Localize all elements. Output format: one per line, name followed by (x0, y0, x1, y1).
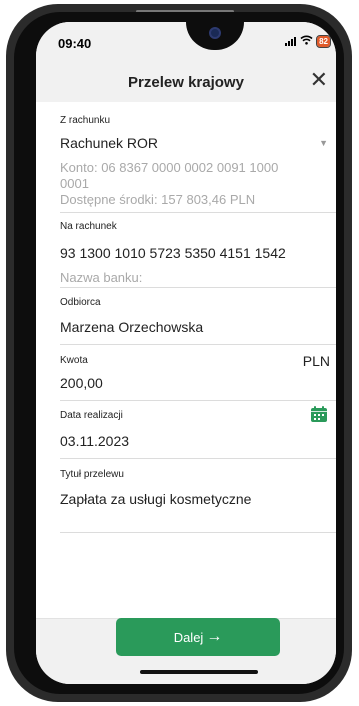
close-icon[interactable]: ✕ (310, 69, 328, 91)
from-account-number: Konto: 06 8367 0000 0002 0091 1000 (60, 160, 279, 175)
chevron-down-icon[interactable]: ▼ (319, 138, 328, 148)
date-label-wrap: Data realizacji (60, 406, 336, 422)
recipient-label: Odbiorca (60, 297, 101, 308)
status-time: 09:40 (58, 36, 92, 51)
recipient-field[interactable]: Marzena Orzechowska (60, 319, 336, 335)
calendar-icon[interactable] (310, 406, 328, 428)
currency-label: PLN (302, 353, 330, 369)
from-account-details: Konto: 06 8367 0000 0002 0091 1000 0001 … (60, 160, 336, 208)
from-account-label: Z rachunku (60, 115, 111, 126)
from-account-name: Rachunek ROR (60, 135, 159, 151)
title-label-wrap: Tytuł przelewu (60, 469, 336, 480)
divider (60, 212, 336, 213)
divider (60, 400, 336, 401)
to-account-label-wrap: Na rachunek (60, 221, 336, 232)
home-indicator (140, 670, 258, 674)
to-account-label: Na rachunek (60, 221, 117, 232)
title-label: Tytuł przelewu (60, 469, 124, 480)
bank-name-placeholder: Nazwa banku: (60, 270, 143, 285)
divider (60, 344, 336, 345)
camera-icon (209, 27, 221, 39)
next-button-label: Dalej (173, 629, 204, 645)
divider (60, 287, 336, 288)
divider (60, 532, 336, 533)
battery-icon: 82 (316, 34, 331, 48)
date-field[interactable]: 03.11.2023 (60, 433, 336, 449)
available-funds: Dostępne środki: 157 803,46 PLN (60, 192, 256, 207)
to-account-field[interactable]: 93 1300 1010 5723 5350 4151 1542 (60, 245, 336, 261)
title-field[interactable]: Zapłata za usługi kosmetyczne (60, 491, 336, 507)
from-account-section[interactable]: Z rachunku (60, 115, 336, 126)
amount-label: Kwota (60, 355, 88, 366)
date-label: Data realizacji (60, 410, 123, 421)
bank-name-wrap: Nazwa banku: (60, 270, 336, 286)
to-account-number[interactable]: 93 1300 1010 5723 5350 4151 1542 (60, 245, 336, 261)
top-area: 09:40 82 Przelew krajowy ✕ (36, 22, 336, 102)
page-title: Przelew krajowy (128, 74, 244, 91)
amount-label-wrap: Kwota PLN (60, 353, 336, 369)
recipient-value[interactable]: Marzena Orzechowska (60, 319, 336, 335)
next-button[interactable]: Dalej → (116, 618, 280, 656)
divider (60, 458, 336, 459)
arrow-right-icon: → (206, 628, 223, 645)
signal-icon (285, 36, 297, 46)
amount-field[interactable]: 200,00 (60, 375, 336, 391)
from-account-select[interactable]: Rachunek ROR ▼ (60, 135, 336, 151)
wifi-icon (300, 35, 313, 47)
app-screen: 09:40 82 Przelew krajowy ✕ Z rachunku Ra… (36, 22, 336, 684)
title-value[interactable]: Zapłata za usługi kosmetyczne (60, 491, 336, 507)
date-value[interactable]: 03.11.2023 (60, 433, 336, 449)
recipient-label-wrap: Odbiorca (60, 297, 336, 308)
from-account-number-cont: 0001 (60, 176, 89, 191)
status-icons: 82 (285, 34, 331, 48)
amount-value[interactable]: 200,00 (60, 375, 336, 391)
